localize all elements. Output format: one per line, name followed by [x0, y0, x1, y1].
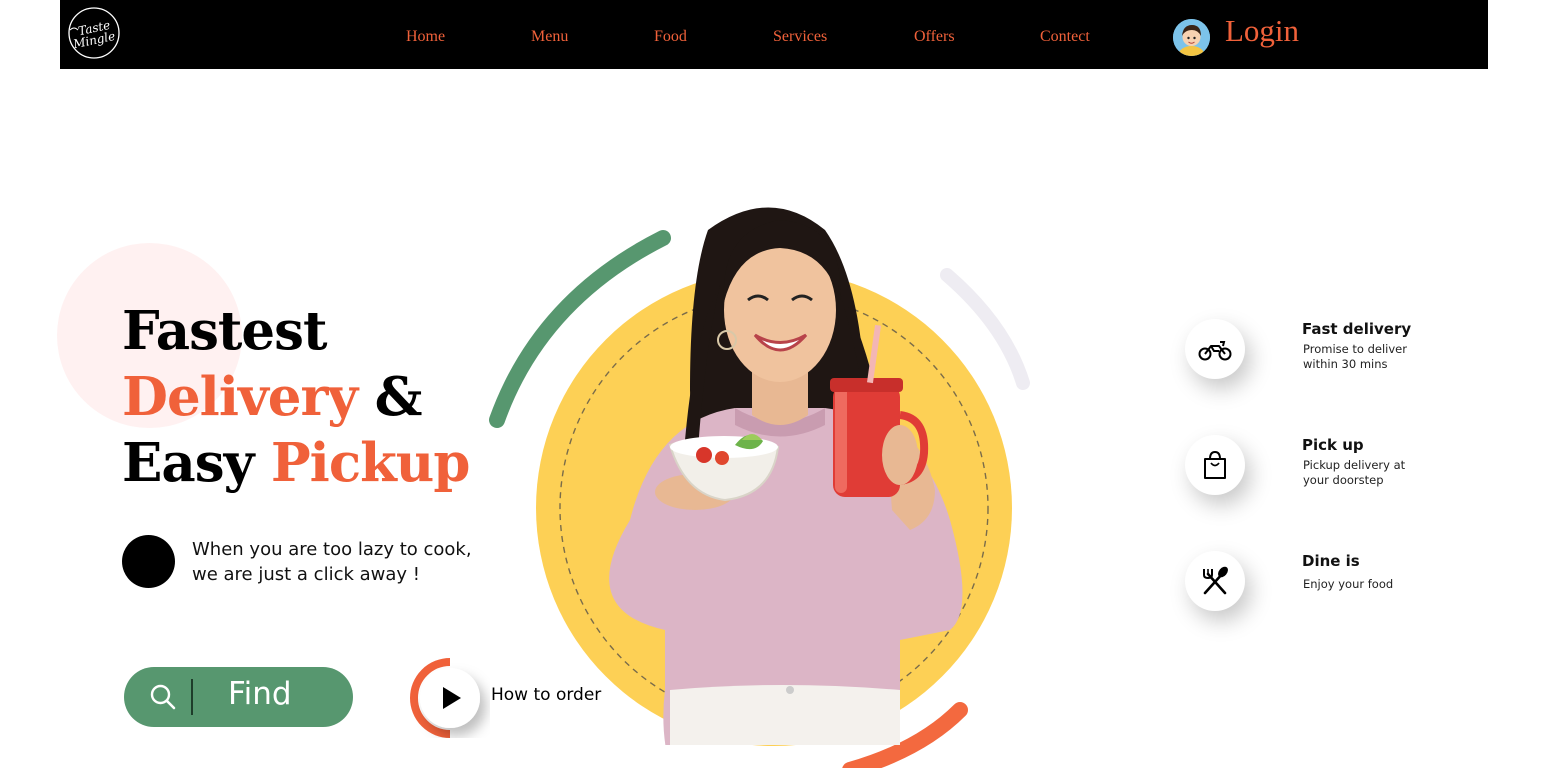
find-button[interactable]: Find	[124, 667, 353, 727]
decorative-black-dot	[122, 535, 175, 588]
feature-fast-delivery-badge[interactable]	[1185, 319, 1245, 379]
feature-dine-in-desc-line1: Enjoy your food	[1303, 577, 1394, 591]
feature-fast-delivery-desc-line2: within 30 mins	[1303, 357, 1388, 371]
nav-menu-link[interactable]: Menu	[531, 28, 568, 46]
nav-home-link[interactable]: Home	[406, 28, 445, 46]
nav-services-link[interactable]: Services	[773, 28, 827, 46]
headline-easy: Easy	[122, 432, 271, 494]
login-link[interactable]: Login	[1225, 13, 1299, 49]
feature-fast-delivery-desc-line1: Promise to deliver	[1303, 342, 1407, 356]
search-icon	[150, 684, 176, 710]
brand-logo[interactable]: Taste Mingle	[64, 6, 124, 61]
motorbike-icon	[1198, 341, 1232, 361]
hero-woman-image	[489, 207, 1030, 768]
top-navbar: Taste Mingle Home Menu Food Services Off…	[60, 0, 1488, 69]
nav-offers-link[interactable]: Offers	[914, 28, 955, 46]
play-icon	[410, 658, 480, 738]
hero-headline: Fastest Delivery & Easy Pickup	[122, 298, 471, 496]
feature-pick-up-desc-line2: your doorstep	[1303, 473, 1384, 487]
feature-pick-up-desc-line1: Pickup delivery at	[1303, 458, 1406, 472]
feature-fast-delivery-title: Fast delivery	[1302, 320, 1412, 338]
how-to-order-play-button[interactable]	[410, 658, 490, 738]
feature-dine-in-badge[interactable]	[1185, 551, 1245, 611]
find-divider	[191, 679, 193, 715]
feature-fast-delivery-desc: Promise to deliver within 30 mins	[1303, 342, 1433, 372]
user-avatar[interactable]	[1173, 19, 1210, 56]
feature-pick-up-badge[interactable]	[1185, 435, 1245, 495]
avatar-icon	[1173, 19, 1210, 56]
find-label: Find	[228, 676, 292, 712]
hero-illustration	[480, 190, 1040, 768]
headline-line-1: Fastest	[122, 300, 327, 362]
tagline-line-1: When you are too lazy to cook,	[192, 539, 472, 560]
nav-food-link[interactable]: Food	[654, 28, 687, 46]
feature-pick-up-desc: Pickup delivery at your doorstep	[1303, 458, 1433, 488]
headline-accent-pickup: Pickup	[270, 432, 471, 494]
shopping-bag-icon	[1204, 450, 1226, 479]
fork-spoon-icon	[1203, 566, 1228, 595]
tagline-line-2: we are just a click away !	[192, 564, 420, 585]
feature-dine-in-desc: Enjoy your food	[1303, 577, 1433, 592]
headline-ampersand: &	[357, 366, 423, 428]
logo-icon: Taste Mingle	[68, 7, 120, 59]
nav-contact-link[interactable]: Contect	[1040, 28, 1090, 46]
headline-accent-delivery: Delivery	[122, 366, 358, 428]
hero-tagline: When you are too lazy to cook, we are ju…	[192, 537, 492, 587]
feature-dine-in-title: Dine is	[1302, 552, 1360, 570]
feature-pick-up-title: Pick up	[1302, 436, 1364, 454]
